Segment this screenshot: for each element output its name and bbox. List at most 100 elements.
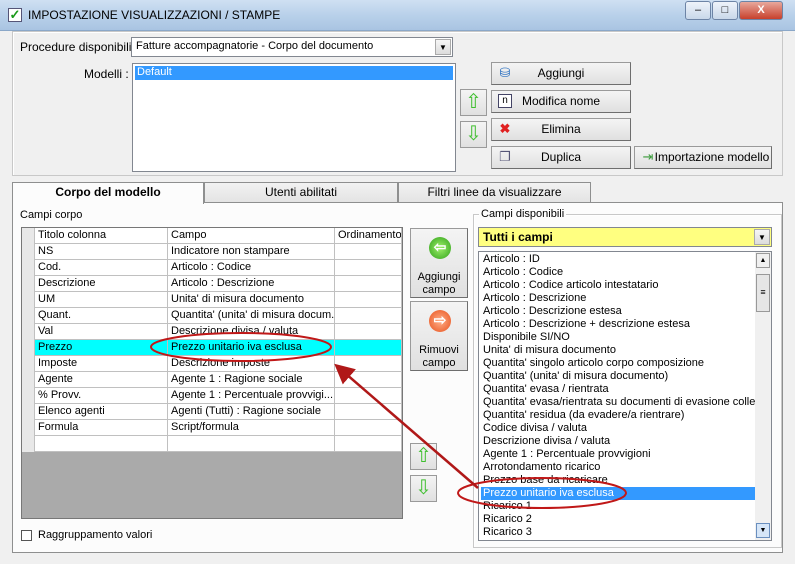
table-cell[interactable]	[335, 372, 402, 388]
table-cell[interactable]	[335, 324, 402, 340]
list-item[interactable]: Agente 1 : Percentuale provvigioni	[481, 448, 755, 461]
table-cell[interactable]: Elenco agenti	[35, 404, 168, 420]
raggruppamento-checkbox[interactable]	[21, 530, 32, 541]
table-cell[interactable]: UM	[35, 292, 168, 308]
table-row[interactable]: Elenco agenti Agenti (Tutti) : Ragione so…	[22, 404, 402, 420]
table-row[interactable]: % Provv. Agente 1 : Percentuale provvigi.…	[22, 388, 402, 404]
table-cell[interactable]: Script/formula	[168, 420, 335, 436]
row-header[interactable]	[22, 356, 35, 372]
list-item[interactable]: Quantita' residua (da evadere/a rientrar…	[481, 409, 755, 422]
list-item[interactable]: Descrizione divisa / valuta	[481, 435, 755, 448]
list-item[interactable]: Codice divisa / valuta	[481, 422, 755, 435]
procedure-select[interactable]: Fatture accompagnatorie - Corpo del docu…	[131, 37, 453, 57]
table-cell[interactable]: Unita' di misura documento	[168, 292, 335, 308]
table-cell[interactable]: Indicatore non stampare	[168, 244, 335, 260]
table-row[interactable]: Cod. Articolo : Codice	[22, 260, 402, 276]
table-cell[interactable]	[335, 244, 402, 260]
maximize-button[interactable]: □	[712, 1, 738, 20]
scroll-thumb[interactable]: ≡	[756, 274, 770, 312]
table-row[interactable]: UM Unita' di misura documento	[22, 292, 402, 308]
table-cell[interactable]: Quantita' (unita' di misura docum...	[168, 308, 335, 324]
list-item[interactable]: Ricarico 3	[481, 526, 755, 539]
table-cell[interactable]: % Provv.	[35, 388, 168, 404]
aggiungi-button[interactable]: ⛁ Aggiungi	[491, 62, 631, 85]
campi-corpo-grid[interactable]: Titolo colonna Campo Ordinamento NS Indic…	[21, 227, 403, 519]
row-header[interactable]	[22, 404, 35, 420]
table-cell[interactable]: Prezzo unitario iva esclusa	[168, 340, 335, 356]
table-row[interactable]: Formula Script/formula	[22, 420, 402, 436]
list-item[interactable]: Quantita' singolo articolo corpo composi…	[481, 357, 755, 370]
list-item[interactable]: Prezzo unitario iva esclusa	[481, 487, 755, 500]
row-header[interactable]	[22, 340, 35, 356]
table-cell[interactable]: Articolo : Descrizione	[168, 276, 335, 292]
scroll-up-icon[interactable]: ▲	[756, 253, 770, 268]
table-cell[interactable]	[335, 404, 402, 420]
row-header[interactable]	[22, 292, 35, 308]
minimize-button[interactable]: –	[685, 1, 711, 20]
list-item[interactable]: Articolo : Codice	[481, 266, 755, 279]
table-cell[interactable]	[335, 436, 402, 452]
row-header[interactable]	[22, 372, 35, 388]
list-item[interactable]: Articolo : ID	[481, 253, 755, 266]
table-cell[interactable]	[335, 308, 402, 324]
table-cell[interactable]	[35, 436, 168, 452]
row-header[interactable]	[22, 420, 35, 436]
table-cell[interactable]	[335, 292, 402, 308]
list-item[interactable]: Articolo : Descrizione estesa	[481, 305, 755, 318]
list-item[interactable]: Disponibile SI/NO	[481, 331, 755, 344]
table-cell[interactable]: Quant.	[35, 308, 168, 324]
table-cell[interactable]	[335, 356, 402, 372]
field-down-button[interactable]: ⇩	[410, 475, 437, 502]
table-row[interactable]: Imposte Descrizione imposte	[22, 356, 402, 372]
field-up-button[interactable]: ⇧	[410, 443, 437, 470]
rimuovi-campo-button[interactable]: ⇨ Rimuovi campo	[410, 301, 468, 371]
table-cell[interactable]	[335, 420, 402, 436]
header-ordinamento[interactable]: Ordinamento	[335, 228, 402, 244]
move-up-button[interactable]: ⇧	[460, 89, 487, 116]
table-cell[interactable]: Cod.	[35, 260, 168, 276]
tab-filtri-linee[interactable]: Filtri linee da visualizzare	[398, 182, 591, 203]
table-cell[interactable]	[335, 260, 402, 276]
row-header[interactable]	[22, 308, 35, 324]
duplica-button[interactable]: ❐ Duplica	[491, 146, 631, 169]
table-cell[interactable]	[168, 436, 335, 452]
list-item[interactable]: Arrotondamento ricarico	[481, 461, 755, 474]
header-titolo-colonna[interactable]: Titolo colonna	[35, 228, 168, 244]
modelli-list[interactable]: Default	[132, 63, 456, 172]
importazione-modello-button[interactable]: ⇥ Importazione modello	[634, 146, 772, 169]
table-cell[interactable]: Descrizione	[35, 276, 168, 292]
scrollbar[interactable]: ▲ ≡ ▼	[755, 252, 771, 540]
table-cell[interactable]	[335, 388, 402, 404]
header-campo[interactable]: Campo	[168, 228, 335, 244]
aggiungi-campo-button[interactable]: ⇦ Aggiungi campo	[410, 228, 468, 298]
list-item[interactable]: Quantita' evasa / rientrata	[481, 383, 755, 396]
table-row[interactable]: Descrizione Articolo : Descrizione	[22, 276, 402, 292]
list-item[interactable]: Articolo : Descrizione	[481, 292, 755, 305]
list-item[interactable]: Quantita' (unita' di misura documento)	[481, 370, 755, 383]
row-header[interactable]	[22, 388, 35, 404]
table-cell[interactable]: Agente 1 : Percentuale provvigi...	[168, 388, 335, 404]
campi-disponibili-list[interactable]: Articolo : ID Articolo : Codice Articolo :…	[478, 251, 772, 541]
row-header[interactable]	[22, 324, 35, 340]
list-item[interactable]: Prezzo base da ricaricare	[481, 474, 755, 487]
move-down-button[interactable]: ⇩	[460, 121, 487, 148]
list-item[interactable]: Quantita' evasa/rientrata su documenti d…	[481, 396, 755, 409]
table-cell[interactable]	[335, 340, 402, 356]
table-row[interactable]: Agente Agente 1 : Ragione sociale	[22, 372, 402, 388]
table-row[interactable]	[22, 436, 402, 452]
table-cell[interactable]: NS	[35, 244, 168, 260]
table-row[interactable]: Quant. Quantita' (unita' di misura docum.…	[22, 308, 402, 324]
list-item[interactable]: Articolo : Descrizione + descrizione est…	[481, 318, 755, 331]
list-item[interactable]: Ricarico 1	[481, 500, 755, 513]
table-cell[interactable]: Articolo : Codice	[168, 260, 335, 276]
tab-utenti-abilitati[interactable]: Utenti abilitati	[204, 182, 398, 203]
table-cell[interactable]	[335, 276, 402, 292]
table-row[interactable]: Val Descrizione divisa / valuta	[22, 324, 402, 340]
row-header[interactable]	[22, 244, 35, 260]
table-row[interactable]: NS Indicatore non stampare	[22, 244, 402, 260]
table-row[interactable]: Prezzo Prezzo unitario iva esclusa	[22, 340, 402, 356]
table-cell[interactable]: Prezzo	[35, 340, 168, 356]
modelli-item[interactable]: Default	[135, 66, 453, 80]
row-header[interactable]	[22, 260, 35, 276]
list-item[interactable]: Ricarico 2	[481, 513, 755, 526]
